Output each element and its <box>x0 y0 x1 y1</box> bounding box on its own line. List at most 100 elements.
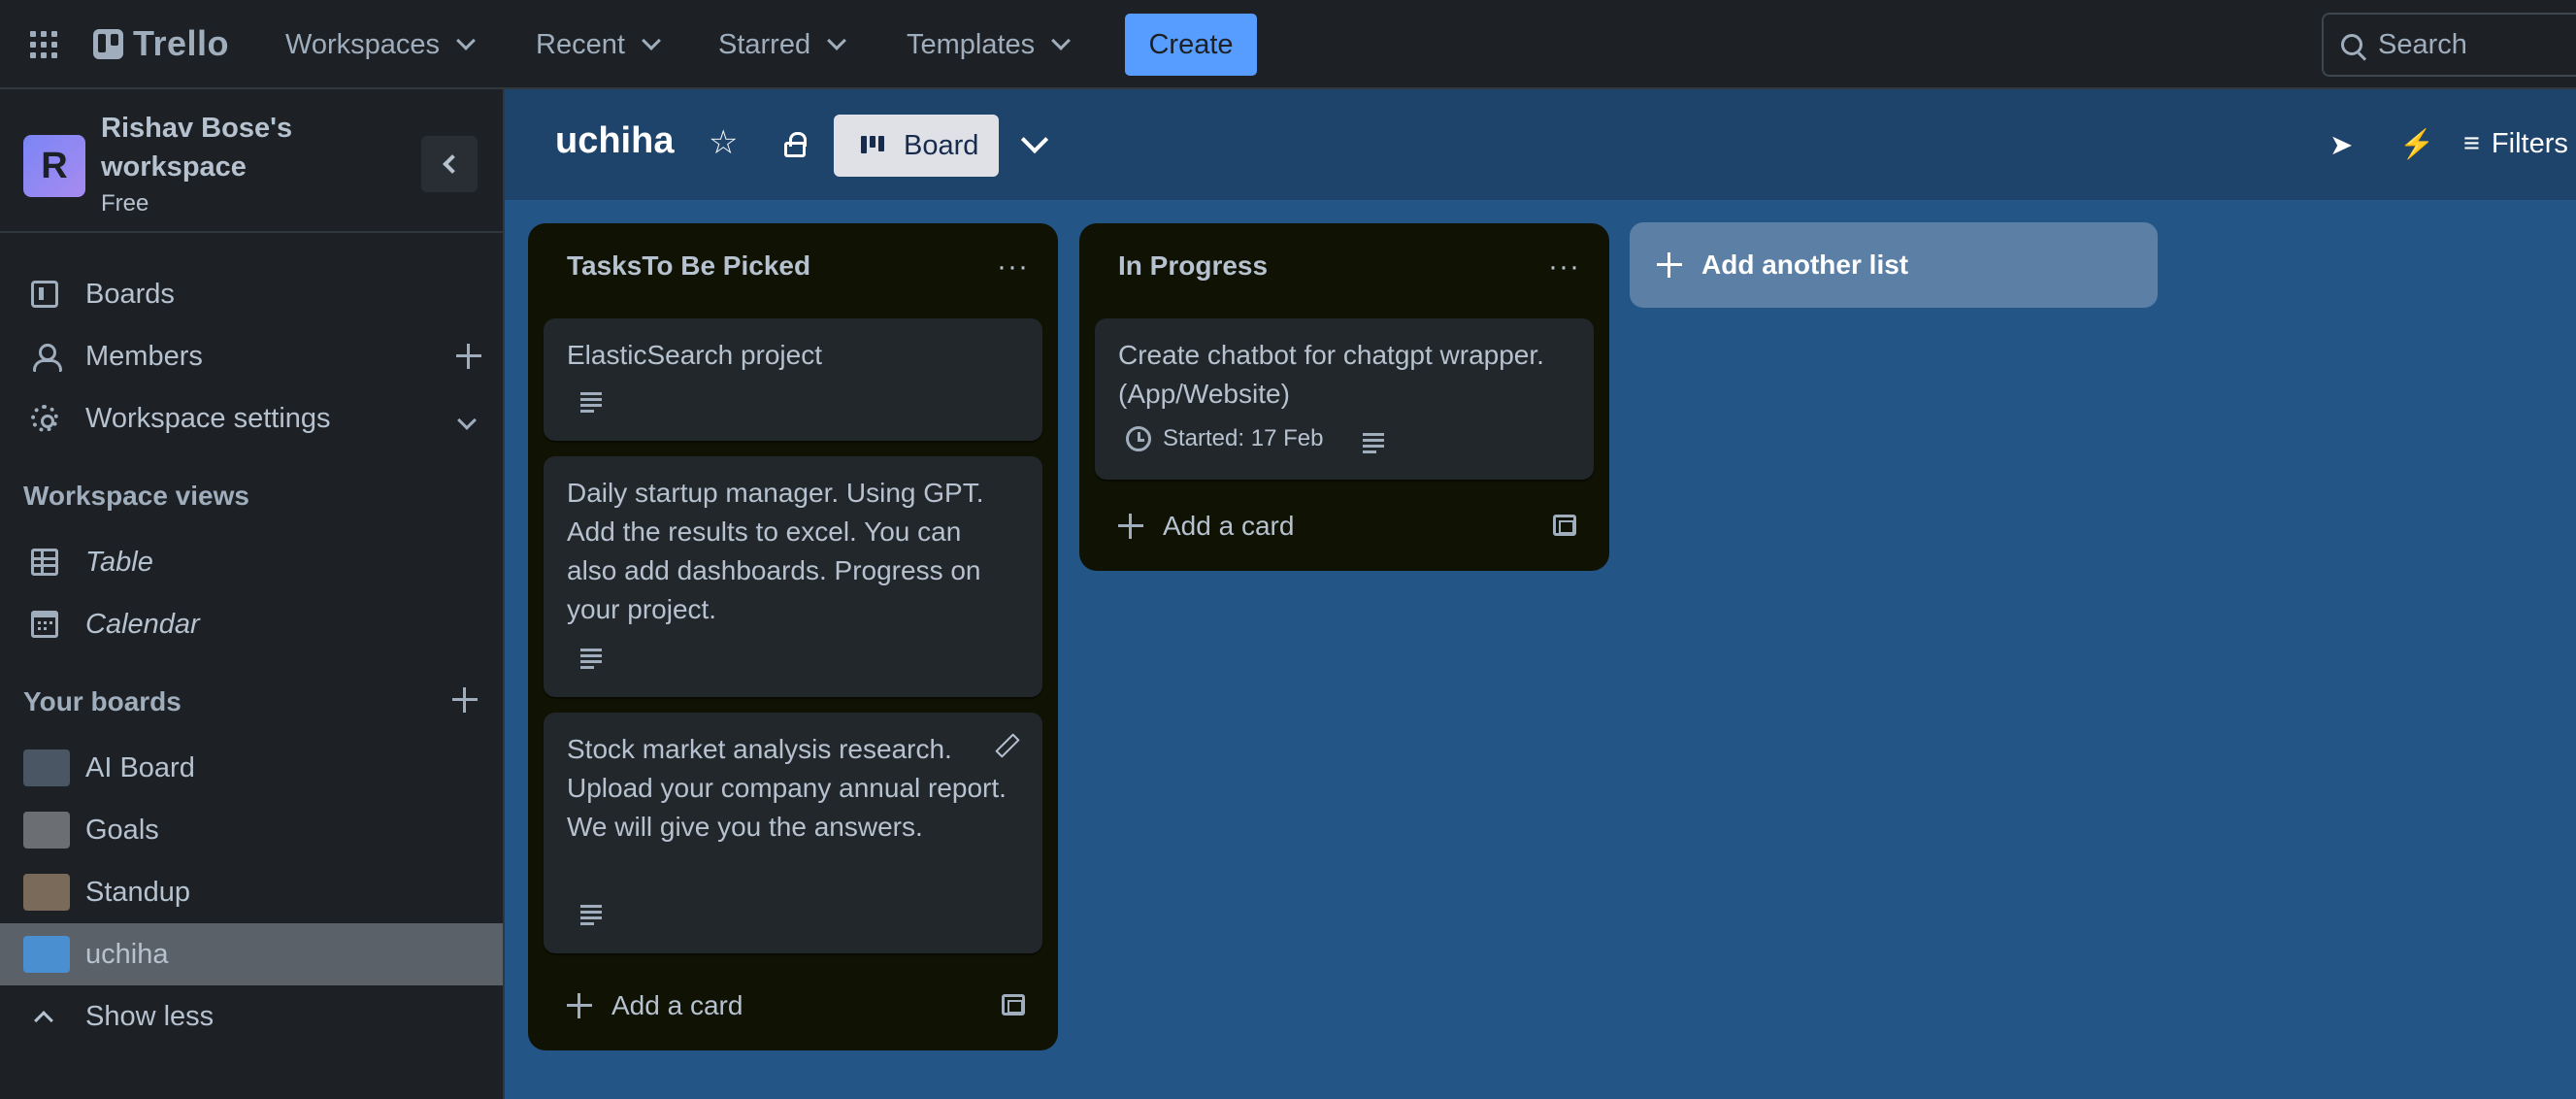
sidebar-item-label: Goals <box>85 814 159 846</box>
search-input[interactable]: Search <box>2322 13 2576 77</box>
chevron-down-icon <box>827 31 847 50</box>
views-dropdown-icon[interactable] <box>1020 125 1049 154</box>
sidebar-item-calendar[interactable]: Calendar <box>0 593 503 655</box>
lock-icon[interactable] <box>778 128 811 161</box>
card-title: Daily startup manager. Using GPT. Add th… <box>567 478 984 624</box>
list-title[interactable]: TasksTo Be Picked <box>567 250 810 282</box>
sidebar-item-workspace-settings[interactable]: Workspace settings <box>0 387 503 450</box>
list-menu-icon[interactable]: ··· <box>997 250 1029 283</box>
calendar-icon <box>31 611 58 638</box>
nav-templates[interactable]: Templates <box>903 21 1072 68</box>
add-card-label: Add a card <box>611 990 743 1020</box>
sidebar-board-ai-board[interactable]: AI Board <box>0 737 503 799</box>
card-stock-market-analysis[interactable]: Stock market analysis research. Upload y… <box>544 713 1042 953</box>
card-template-icon[interactable] <box>1553 515 1576 536</box>
nav-workspaces[interactable]: Workspaces <box>281 21 477 68</box>
chevron-down-icon <box>456 31 476 50</box>
table-icon <box>31 549 58 576</box>
board-thumbnail <box>23 749 70 786</box>
filter-icon: ≡ <box>2463 128 2480 159</box>
workspace-header: R Rishav Bose's workspace Free <box>0 89 503 233</box>
board-view-icon <box>861 136 884 155</box>
sidebar-item-label: Table <box>85 546 153 578</box>
chevron-up-icon <box>34 1011 53 1030</box>
show-less-button[interactable]: Show less <box>0 985 503 1048</box>
add-another-list-button[interactable]: Add another list <box>1630 222 2158 308</box>
sidebar-board-goals[interactable]: Goals <box>0 799 503 861</box>
gear-icon <box>31 405 58 432</box>
list-menu-icon[interactable]: ··· <box>1548 250 1580 283</box>
nav-recent[interactable]: Recent <box>532 21 662 68</box>
sidebar-item-members[interactable]: Members <box>0 325 503 387</box>
card-title: ElasticSearch project <box>567 340 823 370</box>
search-placeholder: Search <box>2378 28 2467 60</box>
board-thumbnail <box>23 936 70 973</box>
workspace-avatar[interactable]: R <box>23 135 85 197</box>
nav-starred[interactable]: Starred <box>714 21 847 68</box>
trello-logo[interactable]: Trello <box>93 23 230 63</box>
add-card-button[interactable]: Add a card <box>1118 511 1294 542</box>
description-icon <box>580 905 602 925</box>
filters-button[interactable]: ≡ Filters <box>2463 128 2568 160</box>
sidebar-item-label: Workspace settings <box>85 402 331 434</box>
board-view-label: Board <box>904 129 979 161</box>
board-view-button[interactable]: Board <box>834 115 999 177</box>
edit-card-icon[interactable] <box>996 736 1015 755</box>
sidebar-item-boards[interactable]: Boards <box>0 263 503 325</box>
card-template-icon[interactable] <box>1002 994 1025 1016</box>
add-board-icon[interactable] <box>452 687 478 713</box>
plus-icon <box>1118 514 1143 539</box>
add-card-label: Add a card <box>1163 511 1295 541</box>
nav-recent-label: Recent <box>536 28 625 60</box>
board-icon <box>31 281 58 308</box>
sidebar-board-uchiha[interactable]: uchiha <box>0 923 503 985</box>
nav-starred-label: Starred <box>718 28 811 60</box>
add-list-label: Add another list <box>1701 250 1909 280</box>
trello-logo-icon <box>93 28 123 59</box>
add-member-icon[interactable] <box>456 344 481 369</box>
nav-workspaces-label: Workspaces <box>285 28 441 60</box>
plus-icon <box>567 993 592 1018</box>
star-icon[interactable]: ☆ <box>709 126 742 159</box>
card-elasticsearch[interactable]: ElasticSearch project <box>544 318 1042 441</box>
start-date-badge[interactable]: Started: 17 Feb <box>1126 425 1323 452</box>
app-switcher-icon[interactable] <box>30 31 59 60</box>
app-name: Trello <box>133 23 230 63</box>
sidebar-item-label: Standup <box>85 876 191 908</box>
chevron-left-icon <box>443 154 462 174</box>
board-canvas: uchiha ☆ Board ➤ ⚡ ≡ Filters TasksTo Be … <box>505 89 2576 1099</box>
top-navigation-bar: Trello Workspaces Recent Starred Templat… <box>0 0 2576 89</box>
sidebar-item-label: Calendar <box>85 608 200 640</box>
sidebar-item-table[interactable]: Table <box>0 531 503 593</box>
collapse-sidebar-button[interactable] <box>421 136 478 192</box>
automation-icon[interactable]: ⚡ <box>2399 128 2434 161</box>
chevron-down-icon[interactable] <box>457 403 477 435</box>
card-daily-startup-manager[interactable]: Daily startup manager. Using GPT. Add th… <box>544 456 1042 697</box>
board-thumbnail <box>23 812 70 849</box>
board-title[interactable]: uchiha <box>555 120 674 162</box>
workspace-views-title: Workspace views <box>23 481 249 511</box>
list-in-progress: In Progress ··· Create chatbot for chatg… <box>1079 223 1609 571</box>
your-boards-title: Your boards <box>23 686 182 716</box>
search-icon <box>2341 34 2362 55</box>
board-thumbnail <box>23 874 70 911</box>
show-less-label: Show less <box>85 1000 215 1032</box>
card-create-chatbot[interactable]: Create chatbot for chatgpt wrapper. (App… <box>1095 318 1594 480</box>
workspace-name[interactable]: Rishav Bose's workspace <box>101 109 353 186</box>
list-title[interactable]: In Progress <box>1118 250 1268 282</box>
clock-icon <box>1126 426 1151 451</box>
create-button[interactable]: Create <box>1125 14 1257 76</box>
sidebar-item-label: uchiha <box>85 938 169 970</box>
power-ups-icon[interactable]: ➤ <box>2329 128 2353 162</box>
filters-label: Filters <box>2491 128 2568 159</box>
sidebar-board-standup[interactable]: Standup <box>0 861 503 923</box>
plus-icon <box>1657 252 1682 278</box>
sidebar: R Rishav Bose's workspace Free Boards Me… <box>0 89 505 1099</box>
description-icon <box>1363 433 1384 453</box>
members-icon <box>31 343 62 372</box>
chevron-down-icon <box>1051 31 1072 50</box>
sidebar-item-label: Members <box>85 340 203 372</box>
add-card-button[interactable]: Add a card <box>567 990 743 1021</box>
card-title: Stock market analysis research. Upload y… <box>567 734 1007 842</box>
sidebar-item-label: AI Board <box>85 751 195 783</box>
